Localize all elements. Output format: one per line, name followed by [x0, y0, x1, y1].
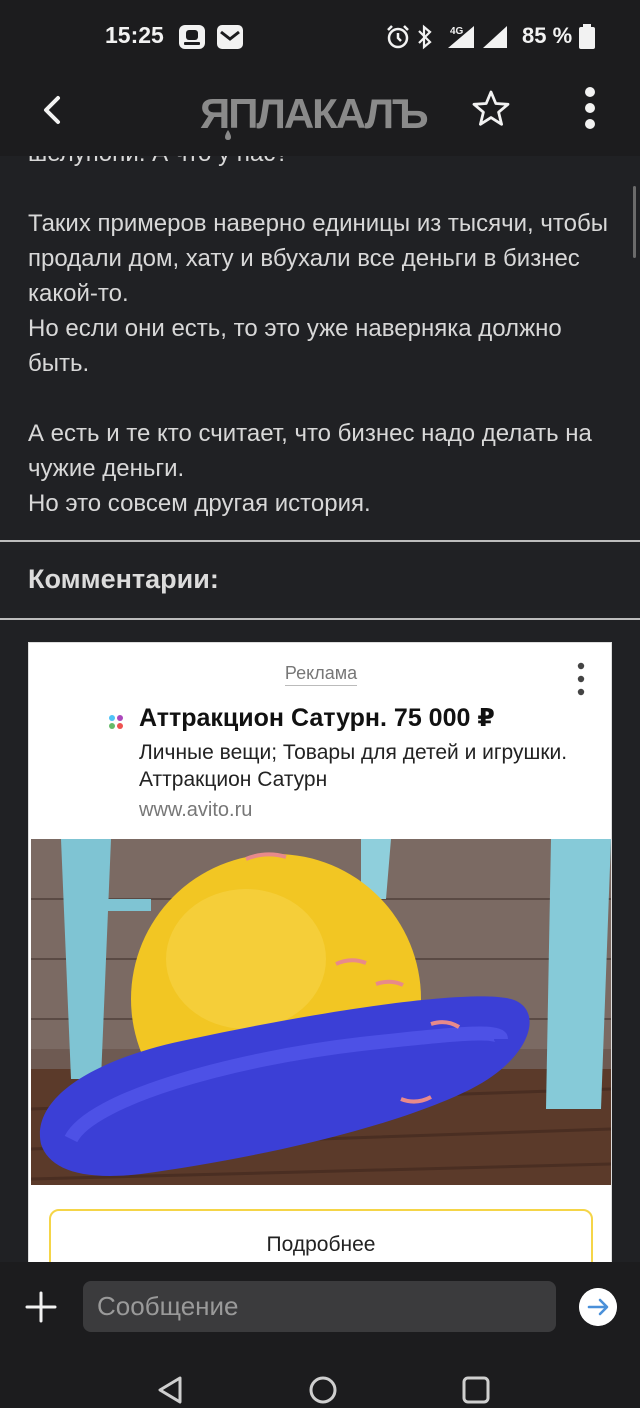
divider	[0, 618, 640, 620]
content-area[interactable]: шелупони. А что у нас? Таких примеров на…	[0, 156, 640, 1262]
post-body: шелупони. А что у нас? Таких примеров на…	[28, 156, 618, 556]
back-arrow-icon[interactable]	[30, 88, 74, 132]
post-paragraph: А есть и те кто считает, что бизнес надо…	[28, 420, 592, 517]
signal-4g-icon: 4G	[448, 26, 474, 48]
ad-label: Реклама	[29, 663, 613, 686]
nav-recents-icon[interactable]	[460, 1374, 492, 1406]
signal-icon	[483, 26, 507, 48]
ad-product-image[interactable]	[31, 839, 611, 1185]
post-paragraph: Таких примеров наверно единицы из тысячи…	[28, 210, 608, 377]
bluetooth-icon	[418, 24, 432, 50]
status-time: 15:25	[105, 22, 164, 48]
app-bar: ЯПЛАКАЛЪ	[0, 72, 640, 156]
ad-description: Личные вещи; Товары для детей и игрушки.…	[139, 741, 568, 791]
ad-card[interactable]: Реклама Аттракцион Сатурн. 75 000 ₽ Личн…	[28, 642, 612, 1262]
comments-heading: Комментарии:	[28, 564, 219, 594]
nav-home-icon[interactable]	[307, 1374, 339, 1406]
nav-back-icon[interactable]	[155, 1374, 187, 1406]
battery-icon	[579, 24, 595, 49]
divider	[0, 540, 640, 542]
battery-percentage: 85 %	[522, 23, 573, 48]
ad-title[interactable]: Аттракцион Сатурн. 75 000 ₽	[139, 703, 495, 733]
star-icon[interactable]	[469, 87, 513, 131]
alarm-icon	[387, 25, 409, 49]
ad-network-icon	[109, 715, 123, 729]
message-bar	[0, 1262, 640, 1352]
notification-icon	[179, 25, 205, 49]
mail-icon	[217, 25, 243, 49]
send-icon[interactable]	[579, 1288, 617, 1326]
system-nav-bar	[0, 1352, 640, 1408]
site-logo[interactable]: ЯПЛАКАЛЪ	[198, 84, 444, 142]
post-paragraph: шелупони. А что у нас?	[28, 156, 618, 171]
plus-icon[interactable]	[24, 1290, 58, 1324]
ad-options-icon[interactable]	[573, 661, 589, 697]
more-vertical-icon[interactable]	[572, 84, 608, 132]
scrollbar-thumb[interactable]	[633, 186, 636, 258]
ad-url[interactable]: www.avito.ru	[139, 799, 252, 822]
message-input[interactable]	[83, 1281, 556, 1332]
ad-details-button[interactable]: Подробнее	[49, 1209, 593, 1262]
logo-text: ЯПЛАКАЛЪ	[200, 90, 428, 137]
svg-text:4G: 4G	[450, 26, 464, 37]
status-bar: 15:25 4G 85 %	[0, 0, 640, 72]
